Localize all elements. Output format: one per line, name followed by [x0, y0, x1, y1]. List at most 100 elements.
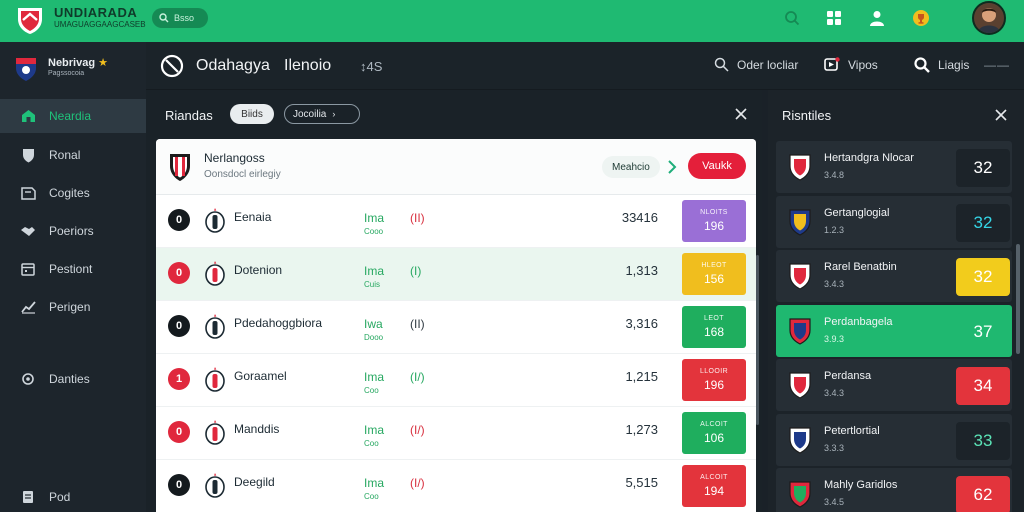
- standings-card[interactable]: Hertandgra Nlocar 3.4.8 32: [776, 141, 1012, 193]
- score-badge[interactable]: NLOITS 196: [682, 200, 746, 242]
- team-tag: Ima: [364, 370, 385, 384]
- team-name: Deegild: [234, 475, 275, 489]
- top-search-pill[interactable]: Bsso: [152, 8, 208, 28]
- team-tag: Iwa: [364, 317, 383, 331]
- sidebar-item-neardia[interactable]: Neardia: [0, 99, 146, 133]
- club-crest-icon: [16, 58, 36, 81]
- table-row[interactable]: 0 Pdedahoggbiora Iwa Dooo (II) 3,316 LEOT 168: [156, 301, 756, 354]
- standings-team-name: Petertlortial: [824, 425, 880, 437]
- team-tag-sub: Cooo: [364, 227, 384, 236]
- results-panel: Riandas Biids Jocoilia › Nerlangoss Oons…: [146, 90, 762, 512]
- team-value: 3,316: [625, 316, 658, 331]
- star-icon: ★: [98, 57, 109, 69]
- team-name: Eenaia: [234, 210, 272, 224]
- score-badge[interactable]: HLEOT 156: [682, 253, 746, 295]
- table-row[interactable]: 0 Manddis Ima Coo (I/) 1,273 ALCOIT 106: [156, 407, 756, 460]
- standings-team-record: 3.4.8: [824, 170, 845, 180]
- avatar[interactable]: [972, 1, 1006, 35]
- video-icon: [824, 57, 840, 71]
- standings-card[interactable]: Gertanglogial 1.2.3 32: [776, 196, 1012, 248]
- standings-score: 62: [956, 476, 1010, 512]
- team-form: (I): [410, 264, 422, 278]
- sidebar-item-label: Danties: [49, 372, 90, 386]
- header-action-liagis[interactable]: Liagis: [914, 57, 969, 73]
- results-title: Riandas: [165, 108, 213, 123]
- score-badge[interactable]: LLOOIR 196: [682, 359, 746, 401]
- standings-team-name: Hertandgra Nlocar: [824, 152, 914, 164]
- standings-card[interactable]: Perdanbagela 3.9.3 37: [776, 305, 1012, 357]
- sidebar-item-label: Neardia: [49, 109, 92, 123]
- standings-team-record: 3.4.5: [824, 497, 845, 507]
- trophy-icon[interactable]: [910, 7, 932, 29]
- score-badge-value: 194: [703, 484, 725, 498]
- table-row[interactable]: 0 Deegild Ima Coo (I/) 5,515 ALCOIT 194: [156, 460, 756, 512]
- results-card: Nerlangoss Oonsdocl eirlegiy Meahcio Vau…: [156, 139, 756, 512]
- sidebar-item-label: Poeriors: [49, 224, 94, 238]
- standings-card[interactable]: Mahly Garidlos 3.4.5 62: [776, 468, 1012, 512]
- header-action-videos[interactable]: Vipos: [824, 57, 878, 72]
- sidebar-item-danties[interactable]: Danties: [0, 362, 146, 396]
- standings-score: 37: [956, 313, 1010, 351]
- standings-team-record: 3.3.3: [824, 443, 845, 453]
- card-action-button[interactable]: Vaukk: [688, 153, 746, 179]
- card-subtitle: Oonsdocl eirlegiy: [204, 169, 281, 180]
- standings-card[interactable]: Petertlortial 3.3.3 33: [776, 414, 1012, 466]
- user-icon[interactable]: [866, 7, 888, 29]
- rank-badge: 0: [168, 474, 190, 496]
- team-tag-sub: Dooo: [364, 333, 384, 342]
- brand-block[interactable]: UNDIARADA UMAGUAGGAAGCASEB: [54, 6, 146, 30]
- sidebar-item-label: Perigen: [49, 300, 91, 314]
- score-badge[interactable]: ALCOIT 106: [682, 412, 746, 454]
- team-form: (I/): [410, 423, 425, 437]
- close-icon[interactable]: [734, 107, 748, 121]
- filter-dropdown[interactable]: Jocoilia ›: [284, 104, 360, 124]
- score-badge-label: HLEOT: [701, 262, 727, 269]
- close-icon[interactable]: [994, 108, 1008, 122]
- page-header: Odahagya Ilenoio ↕4S Oder locliar Vipos …: [146, 42, 1024, 90]
- chart-icon: [20, 299, 36, 315]
- standings-card[interactable]: Rarel Benatbin 3.4.3 32: [776, 250, 1012, 302]
- header-action-label: Vipos: [848, 57, 878, 72]
- sidebar-item-pestiont[interactable]: Pestiont: [0, 252, 146, 286]
- sidebar: Nebrivag ★ Pagssocoia Neardia Ronal Cogi…: [0, 42, 146, 512]
- score-badge[interactable]: LEOT 168: [682, 306, 746, 348]
- team-form: (II): [410, 317, 425, 331]
- sidebar-item-perigen[interactable]: Perigen: [0, 290, 146, 324]
- sidebar-item-pod[interactable]: Pod: [0, 480, 146, 512]
- team-tag-sub: Coo: [364, 492, 379, 501]
- score-badge-label: LEOT: [704, 315, 724, 322]
- table-row[interactable]: 1 Goraamel Ima Coo (I/) 1,215 LLOOIR 196: [156, 354, 756, 407]
- chevron-right-icon[interactable]: [666, 159, 678, 175]
- standings-card[interactable]: Perdansa 3.4.3 34: [776, 359, 1012, 411]
- scrollbar[interactable]: [1016, 244, 1020, 354]
- handshake-icon: [20, 223, 36, 239]
- club-crest-icon: [789, 372, 811, 399]
- table-row[interactable]: 0 Eenaia Ima Cooo (II) 33416 NLOITS 196: [156, 195, 756, 248]
- table-row[interactable]: 0 Dotenion Ima Cuis (I) 1,313 HLEOT 156: [156, 248, 756, 301]
- score-badge[interactable]: ALCOIT 194: [682, 465, 746, 507]
- sidebar-item-poeriors[interactable]: Poeriors: [0, 214, 146, 248]
- club-crest-icon: [205, 367, 225, 392]
- team-value: 1,215: [625, 369, 658, 384]
- standings-score: 34: [956, 367, 1010, 405]
- club-crest-icon: [789, 263, 811, 290]
- club-crest-icon: [789, 481, 811, 508]
- header-more[interactable]: ——: [984, 58, 1010, 72]
- sidebar-brand-title: Nebrivag ★: [48, 57, 109, 69]
- sidebar-item-label: Pod: [49, 490, 71, 504]
- rank-badge: 0: [168, 421, 190, 443]
- search-icon[interactable]: [781, 7, 803, 29]
- brand-subtitle: UMAGUAGGAAGCASEB: [54, 20, 146, 29]
- grid-icon[interactable]: [823, 7, 845, 29]
- card-link[interactable]: Meahcio: [602, 156, 660, 178]
- sidebar-brand[interactable]: Nebrivag ★ Pagssocoia: [14, 54, 144, 88]
- sidebar-item-ronal[interactable]: Ronal: [0, 138, 146, 172]
- scrollbar[interactable]: [756, 255, 759, 425]
- header-action-search[interactable]: Oder locliar: [714, 57, 798, 72]
- score-badge-label: LLOOIR: [699, 368, 729, 375]
- filter-chip-active[interactable]: Biids: [230, 104, 274, 124]
- sidebar-item-cogites[interactable]: Cogites: [0, 176, 146, 210]
- team-tag-sub: Cuis: [364, 280, 381, 289]
- page-meta: ↕4S: [360, 59, 383, 74]
- sidebar-item-label: Pestiont: [49, 262, 93, 276]
